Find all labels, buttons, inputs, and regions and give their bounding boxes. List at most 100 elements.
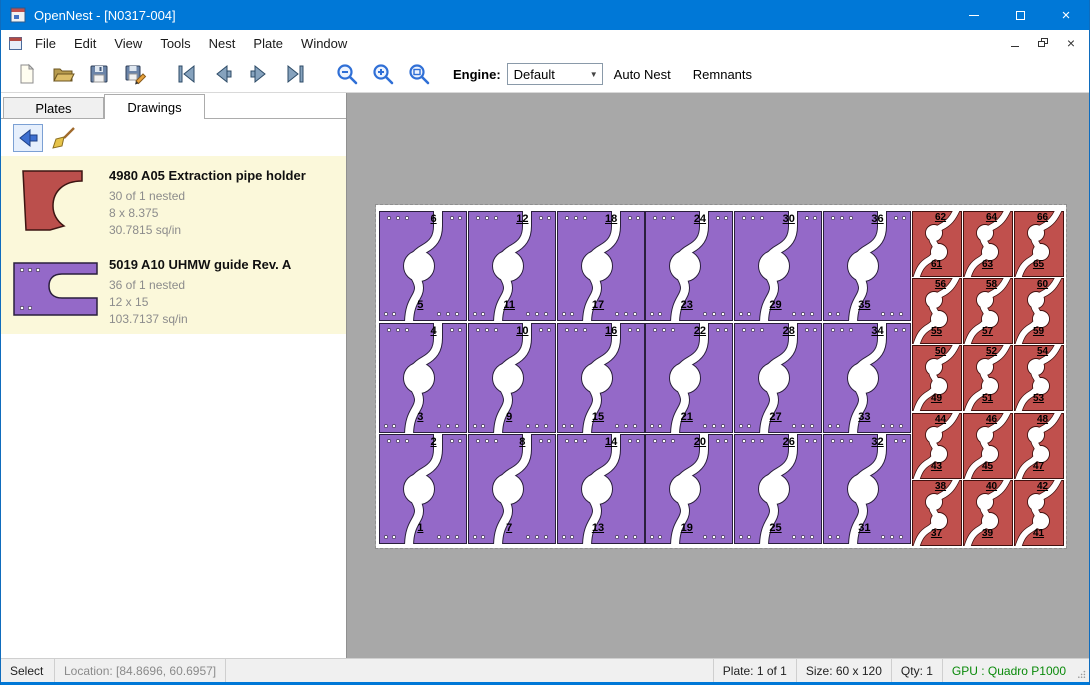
new-file-icon	[16, 62, 38, 86]
nest-part-pair-red[interactable]: 40 39	[963, 480, 1013, 546]
part-number: 55	[931, 326, 942, 337]
nav-first-button[interactable]	[169, 59, 205, 89]
nest-part-pair-purple[interactable]: 21	[379, 434, 467, 544]
nest-part-pair-red[interactable]: 6463	[963, 211, 1013, 277]
zoom-in-button[interactable]	[365, 59, 401, 89]
nest-part-pair-purple[interactable]: 1413	[557, 434, 645, 544]
open-button[interactable]	[45, 59, 81, 89]
menu-edit[interactable]: Edit	[65, 32, 105, 55]
nest-part-pair-red[interactable]: 6261	[912, 211, 962, 277]
nest-part-pair-red[interactable]: 4645	[963, 413, 1013, 479]
part-number: 25	[769, 522, 781, 534]
nest-part-pair-purple[interactable]: 2019	[645, 434, 733, 544]
clear-button[interactable]	[49, 124, 79, 152]
nest-part-pair-red[interactable]: 5655	[912, 278, 962, 344]
nest-part-pair-red[interactable]: 54 53	[1014, 345, 1064, 411]
part-number: 59	[1033, 326, 1044, 337]
menu-nest[interactable]: Nest	[200, 32, 245, 55]
nest-part-pair-red[interactable]: 6059	[1014, 278, 1064, 344]
part-number: 39	[982, 528, 993, 539]
save-button[interactable]	[81, 59, 117, 89]
new-button[interactable]	[9, 59, 45, 89]
open-folder-icon	[51, 62, 75, 86]
part-number: 48	[1037, 414, 1048, 425]
previous-arrow-icon	[212, 63, 234, 85]
nest-part-pair-purple[interactable]: 2625	[734, 434, 822, 544]
status-mode: Select	[1, 659, 55, 682]
maximize-button[interactable]	[997, 0, 1043, 30]
menu-bar: File Edit View Tools Nest Plate Window ×	[1, 30, 1089, 56]
part-number: 54	[1037, 346, 1048, 357]
nest-part-pair-purple[interactable]: 109	[468, 323, 556, 433]
part-number: 1	[417, 522, 423, 534]
part-number: 24	[694, 213, 706, 225]
menu-tools[interactable]: Tools	[151, 32, 199, 55]
mdi-minimize-button[interactable]	[1005, 34, 1025, 52]
nest-canvas[interactable]: 6512111817242330293635431091615222128273…	[347, 93, 1089, 658]
nest-part-pair-red[interactable]: 6665	[1014, 211, 1064, 277]
part-title: 4980 A05 Extraction pipe holder	[109, 168, 306, 183]
part-list-item[interactable]: 4980 A05 Extraction pipe holder 30 of 1 …	[1, 156, 346, 245]
zoom-out-button[interactable]	[329, 59, 365, 89]
minimize-button[interactable]	[951, 0, 997, 30]
nest-part-pair-purple[interactable]: 2423	[645, 211, 733, 321]
nest-part-pair-red[interactable]: 4847	[1014, 413, 1064, 479]
nest-part-pair-purple[interactable]: 3029	[734, 211, 822, 321]
part-list-item[interactable]: 5019 A10 UHMW guide Rev. A 36 of 1 neste…	[1, 245, 346, 334]
nest-part-pair-purple[interactable]: 3433	[823, 323, 911, 433]
part-number: 44	[935, 414, 946, 425]
part-number: 42	[1037, 481, 1048, 492]
zoom-fit-button[interactable]	[401, 59, 437, 89]
nest-part-pair-purple[interactable]: 1817	[557, 211, 645, 321]
resize-grip[interactable]	[1075, 659, 1089, 682]
auto-nest-button[interactable]: Auto Nest	[603, 67, 682, 82]
part-area: 30.7815 sq/in	[109, 222, 306, 239]
nest-part-pair-red[interactable]: 5857	[963, 278, 1013, 344]
status-bar: Select Location: [84.8696, 60.6957] Plat…	[1, 658, 1089, 682]
send-to-nest-button[interactable]	[13, 124, 43, 152]
part-number: 40	[986, 481, 997, 492]
part-number: 17	[592, 299, 604, 311]
nest-part-pair-purple[interactable]: 1211	[468, 211, 556, 321]
nest-part-pair-red[interactable]: 3837	[912, 480, 962, 546]
nest-part-pair-purple[interactable]: 1615	[557, 323, 645, 433]
zoom-fit-icon	[407, 62, 431, 86]
menu-plate[interactable]: Plate	[244, 32, 292, 55]
part-number: 64	[986, 212, 997, 223]
nest-part-pair-red[interactable]: 4241	[1014, 480, 1064, 546]
engine-dropdown-value: Default	[508, 67, 586, 82]
plate-sheet[interactable]: 6512111817242330293635431091615222128273…	[376, 205, 1066, 548]
engine-dropdown[interactable]: Default ▼	[507, 63, 603, 85]
zoom-in-icon	[371, 62, 395, 86]
toolbar: Engine: Default ▼ Auto Nest Remnants	[1, 56, 1089, 93]
nest-part-pair-purple[interactable]: 43	[379, 323, 467, 433]
nest-part-pair-purple[interactable]: 2827	[734, 323, 822, 433]
nest-part-pair-red[interactable]: 5049	[912, 345, 962, 411]
part-number: 52	[986, 346, 997, 357]
close-button[interactable]: ×	[1043, 0, 1089, 30]
nest-part-pair-purple[interactable]: 87	[468, 434, 556, 544]
nest-part-pair-purple[interactable]: 3231	[823, 434, 911, 544]
nest-part-pair-red[interactable]: 5251	[963, 345, 1013, 411]
menu-file[interactable]: File	[26, 32, 65, 55]
remnants-button[interactable]: Remnants	[682, 67, 763, 82]
menu-view[interactable]: View	[105, 32, 151, 55]
mdi-close-button[interactable]: ×	[1061, 34, 1081, 52]
menu-window[interactable]: Window	[292, 32, 356, 55]
save-as-button[interactable]	[117, 59, 153, 89]
mdi-restore-button[interactable]	[1033, 34, 1053, 52]
save-icon	[87, 62, 111, 86]
part-number: 53	[1033, 393, 1044, 404]
nest-part-pair-red[interactable]: 4443	[912, 413, 962, 479]
part-number: 7	[506, 522, 512, 534]
zoom-out-icon	[335, 62, 359, 86]
tab-drawings[interactable]: Drawings	[104, 94, 205, 119]
nav-previous-button[interactable]	[205, 59, 241, 89]
nest-part-pair-purple[interactable]: 65	[379, 211, 467, 321]
nav-next-button[interactable]	[241, 59, 277, 89]
part-number: 8	[519, 436, 525, 448]
tab-plates[interactable]: Plates	[3, 97, 104, 118]
nest-part-pair-purple[interactable]: 2221	[645, 323, 733, 433]
nest-part-pair-purple[interactable]: 3635	[823, 211, 911, 321]
nav-last-button[interactable]	[277, 59, 313, 89]
